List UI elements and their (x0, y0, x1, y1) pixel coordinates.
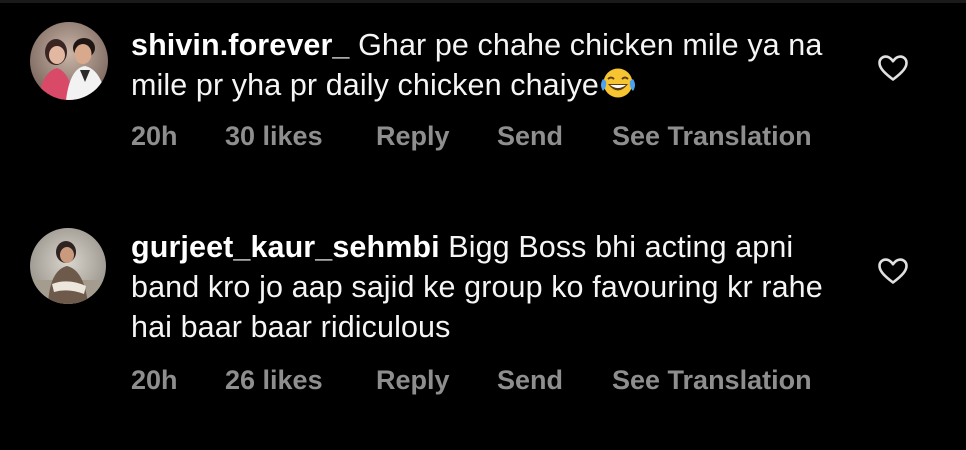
see-translation-button[interactable]: See Translation (612, 363, 812, 397)
face-with-tears-of-joy-icon (599, 67, 637, 99)
reply-button[interactable]: Reply (376, 119, 450, 153)
likes-count[interactable]: 30 likes (225, 119, 323, 153)
comment-username[interactable]: shivin.forever_ (131, 28, 350, 62)
send-button[interactable]: Send (497, 363, 563, 397)
avatar-image (30, 22, 108, 100)
avatar[interactable] (30, 22, 108, 100)
comment-text-block: shivin.forever_ Ghar pe chahe chicken mi… (131, 25, 831, 105)
comment-timestamp: 20h (131, 365, 178, 395)
previous-comment-edge (0, 0, 966, 3)
like-heart-icon[interactable] (877, 54, 909, 82)
avatar-image (30, 228, 106, 304)
avatar[interactable] (30, 228, 106, 304)
likes-count[interactable]: 26 likes (225, 363, 323, 397)
like-heart-icon[interactable] (877, 257, 909, 285)
reply-button[interactable]: Reply (376, 363, 450, 397)
send-button[interactable]: Send (497, 119, 563, 153)
comment-text-block: gurjeet_kaur_sehmbi Bigg Boss bhi acting… (131, 227, 831, 347)
see-translation-button[interactable]: See Translation (612, 119, 812, 153)
comment-username[interactable]: gurjeet_kaur_sehmbi (131, 230, 440, 264)
comment-timestamp: 20h (131, 121, 178, 151)
